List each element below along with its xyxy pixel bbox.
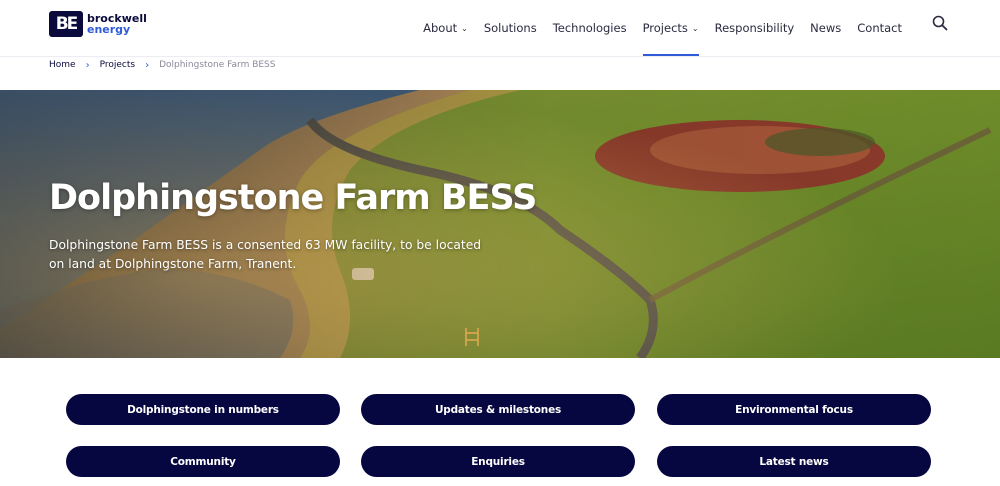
page-title: Dolphingstone Farm BESS	[49, 178, 537, 218]
main-nav: About ⌄ Solutions Technologies Projects …	[415, 0, 910, 56]
numbers-button[interactable]: Dolphingstone in numbers	[66, 394, 340, 425]
nav-technologies-label: Technologies	[552, 21, 627, 35]
nav-responsibility-label: Responsibility	[714, 21, 795, 35]
nav-contact-label: Contact	[857, 21, 902, 35]
chevron-right-icon: ›	[85, 59, 90, 71]
updates-button[interactable]: Updates & milestones	[361, 394, 635, 425]
breadcrumb-projects[interactable]: Projects	[100, 60, 135, 70]
hero-banner: Dolphingstone Farm BESS Dolphingstone Fa…	[0, 90, 1000, 358]
nav-news[interactable]: News	[802, 0, 849, 56]
brockwell-logo[interactable]: BE brockwell energy	[49, 11, 147, 37]
breadcrumb-home[interactable]: Home	[49, 60, 76, 70]
logo-mark: BE	[49, 11, 83, 37]
hero-description: Dolphingstone Farm BESS is a consented 6…	[49, 238, 482, 271]
search-icon[interactable]	[932, 15, 948, 31]
logo-line-2: energy	[87, 23, 131, 36]
community-button[interactable]: Community	[66, 446, 340, 477]
latest-news-button[interactable]: Latest news	[657, 446, 931, 477]
nav-technologies[interactable]: Technologies	[545, 0, 635, 56]
nav-projects[interactable]: Projects ⌄	[635, 0, 707, 56]
nav-solutions-label: Solutions	[483, 21, 537, 35]
nav-projects-label: Projects	[642, 21, 688, 35]
nav-about-label: About	[423, 21, 458, 35]
logo-wordmark: brockwell energy	[87, 13, 147, 35]
chevron-right-icon: ›	[145, 59, 150, 71]
breadcrumb-current: Dolphingstone Farm BESS	[159, 60, 276, 70]
nav-contact[interactable]: Contact	[849, 0, 910, 56]
nav-responsibility[interactable]: Responsibility	[707, 0, 803, 56]
site-header: BE brockwell energy About ⌄ Solutions Te…	[0, 0, 1000, 57]
environmental-button[interactable]: Environmental focus	[657, 394, 931, 425]
hero-aerial-image	[0, 90, 1000, 358]
nav-solutions[interactable]: Solutions	[476, 0, 545, 56]
breadcrumb: Home › Projects › Dolphingstone Farm BES…	[49, 58, 275, 72]
nav-about[interactable]: About ⌄	[415, 0, 476, 56]
enquiries-button[interactable]: Enquiries	[361, 446, 635, 477]
chevron-down-icon: ⌄	[691, 23, 699, 33]
nav-news-label: News	[810, 21, 842, 35]
chevron-down-icon: ⌄	[461, 23, 468, 33]
